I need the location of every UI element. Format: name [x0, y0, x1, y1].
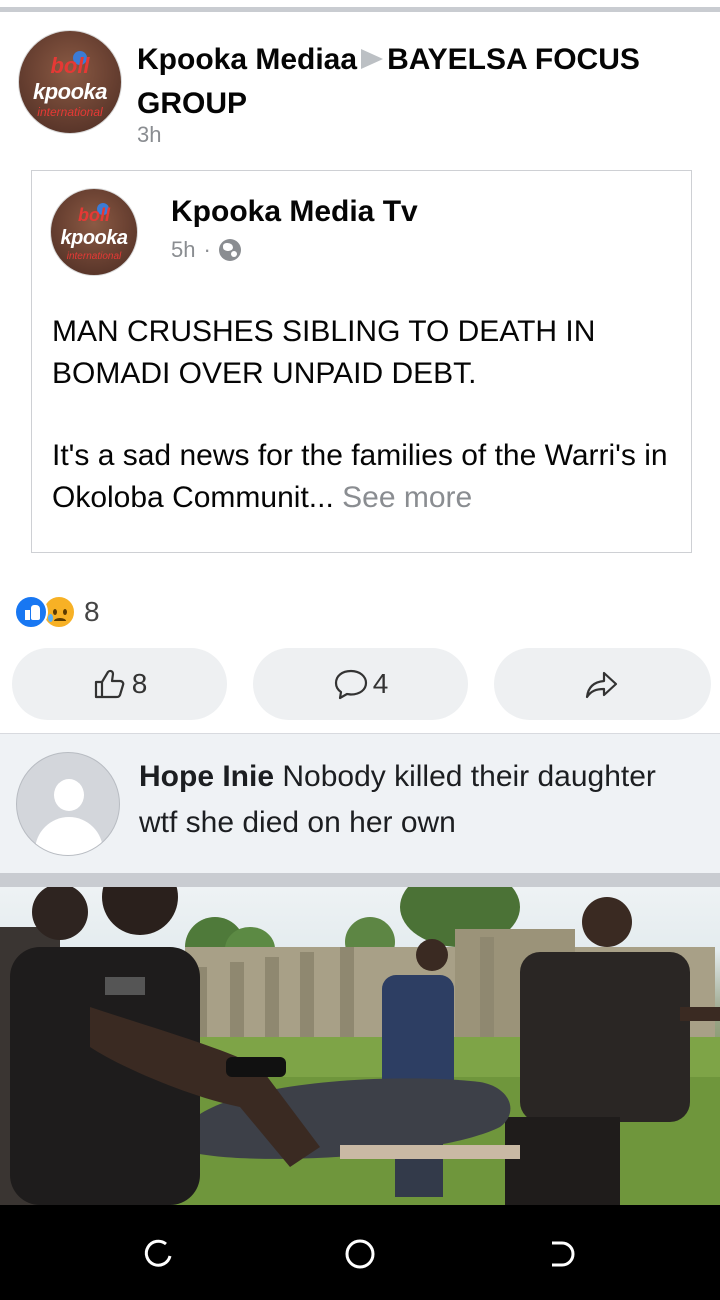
home-icon[interactable]: [344, 1238, 376, 1270]
shared-author-link[interactable]: Kpooka Media Tv: [171, 195, 418, 229]
like-count: 8: [131, 668, 148, 699]
post-photo[interactable]: [0, 887, 720, 1205]
reaction-summary[interactable]: 8: [14, 594, 100, 630]
shared-meta: 5h ·: [171, 237, 241, 263]
recent-apps-icon[interactable]: [142, 1238, 174, 1270]
logo-main-text: kpooka: [60, 227, 128, 249]
post-body: It's a sad news for the families of the …: [52, 435, 682, 519]
section-divider: [0, 873, 720, 887]
share-arrow-icon: [585, 671, 617, 699]
post-title: Kpooka Mediaa BAYELSA FOCUS GROUP: [137, 38, 697, 126]
logo-main-text: kpooka: [32, 79, 108, 104]
like-reaction-icon: [14, 595, 48, 629]
logo-sub-text: international: [37, 105, 103, 119]
logo-top-text: boll: [50, 53, 90, 78]
globe-icon: [218, 239, 241, 261]
back-icon[interactable]: [546, 1238, 578, 1270]
shared-avatar[interactable]: boll kpooka international: [50, 188, 138, 276]
comment-count: 4: [372, 668, 389, 699]
logo-sub-text: international: [66, 251, 122, 262]
thumbs-up-icon: [94, 669, 125, 699]
comment-button[interactable]: 4: [253, 648, 468, 720]
comment-icon: [334, 669, 367, 700]
post-timestamp[interactable]: 3h: [137, 122, 161, 148]
page-avatar[interactable]: boll kpooka international: [18, 30, 122, 134]
comment-text: Hope Inie Nobody killed their daughter w…: [139, 754, 699, 846]
shared-timestamp[interactable]: 5h: [171, 237, 195, 263]
avatar[interactable]: [16, 752, 120, 856]
like-button[interactable]: 8: [12, 648, 227, 720]
system-nav-bar: [0, 1205, 720, 1300]
top-separator: [0, 0, 720, 12]
share-button[interactable]: [494, 648, 711, 720]
post-header: boll kpooka international Kpooka Mediaa B…: [0, 18, 720, 158]
arrow-right-icon: [361, 49, 384, 70]
comment-item: Hope Inie Nobody killed their daughter w…: [0, 733, 720, 873]
meta-separator: ·: [203, 237, 211, 262]
photo-scene: [0, 887, 720, 1205]
author-link[interactable]: Kpooka Mediaa: [137, 43, 357, 76]
logo-top-text: boll: [78, 205, 110, 225]
see-more-link[interactable]: See more: [342, 481, 472, 514]
comment-author-link[interactable]: Hope Inie: [139, 760, 274, 793]
post-headline: MAN CRUSHES SIBLING TO DEATH IN BOMADI O…: [52, 315, 596, 390]
shared-post-card[interactable]: boll kpooka international Kpooka Media T…: [31, 170, 692, 553]
reaction-count: 8: [84, 596, 100, 627]
